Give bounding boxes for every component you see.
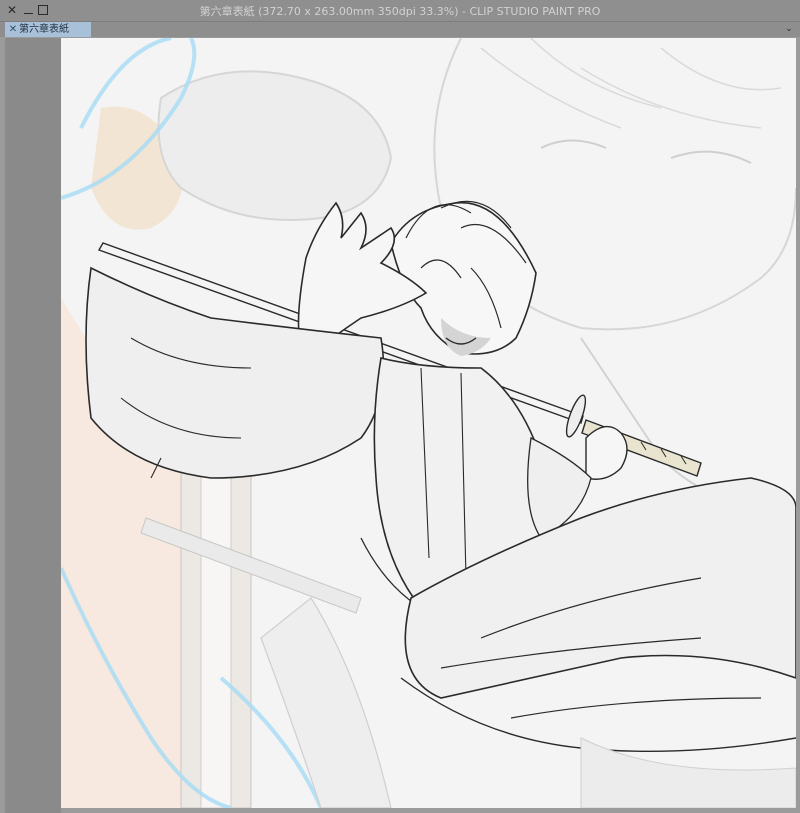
tab-close-icon[interactable]: ✕ (7, 22, 19, 37)
character-right-hand (585, 425, 628, 480)
lower-fabric (260, 597, 392, 808)
tab-document[interactable]: ✕ 第六章表紙 (5, 22, 91, 37)
chevron-down-icon[interactable]: ⌄ (783, 22, 795, 37)
lower-right-fabric (580, 737, 796, 808)
tab-label: 第六章表紙 (19, 24, 69, 35)
background-eye-left (540, 139, 607, 149)
app-window: ✕ 第六章表紙 (372.70 x 263.00mm 350dpi 33.3%)… (0, 0, 800, 813)
background-hair-lines (480, 38, 782, 129)
background-eye-right (670, 150, 752, 164)
background-hand (157, 70, 393, 221)
artwork (61, 38, 796, 808)
window-title: 第六章表紙 (372.70 x 263.00mm 350dpi 33.3%) -… (199, 5, 601, 18)
document-tab-bar: ✕ 第六章表紙 ⌄ (0, 22, 800, 37)
drawing-canvas[interactable] (61, 38, 796, 808)
left-rail (5, 38, 61, 813)
title-bar[interactable]: ✕ 第六章表紙 (372.70 x 263.00mm 350dpi 33.3%)… (0, 0, 800, 22)
